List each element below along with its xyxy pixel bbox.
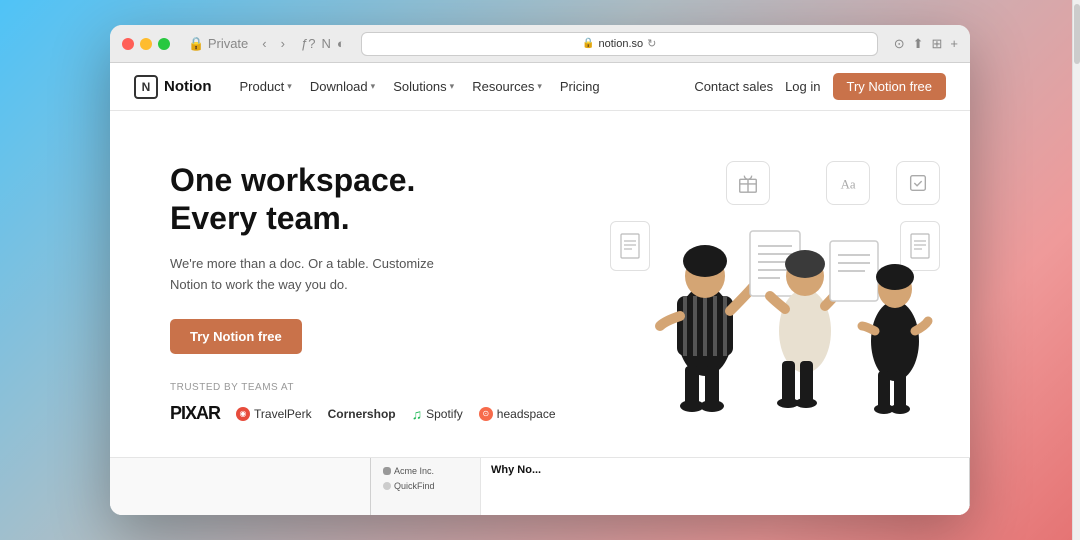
address-bar[interactable]: 🔒 notion.so ↻	[361, 32, 878, 56]
lock-icon: 🔒	[188, 36, 204, 51]
grid-icon[interactable]: ⊞	[932, 36, 943, 52]
nav-brand-text: Notion	[164, 78, 211, 95]
traffic-light-yellow[interactable]	[140, 38, 152, 50]
nav-logo[interactable]: N Notion	[134, 75, 211, 99]
chevron-down-icon: ▾	[537, 81, 542, 92]
browser-actions: ⊙ ⬆ ⊞ +	[894, 36, 958, 52]
login-link[interactable]: Log in	[785, 79, 820, 94]
chevron-down-icon: ▾	[287, 81, 292, 92]
logo-cornershop: Cornershop	[328, 407, 396, 421]
extension-icon-3: ◐	[337, 36, 345, 51]
contact-sales-link[interactable]: Contact sales	[694, 79, 773, 94]
tab-private[interactable]: 🔒 Private	[184, 34, 252, 54]
nav-link-pricing[interactable]: Pricing	[552, 75, 608, 98]
travelperk-icon: ◉	[236, 407, 250, 421]
trusted-logos: PIXAR ◉ TravelPerk Cornershop ♫ Spotify …	[170, 403, 610, 424]
browser-chrome: 🔒 Private ‹ › ƒ? N ◐ 🔒 notion.so ↻ ⊙ ⬆ ⊞…	[110, 25, 970, 63]
traffic-light-red[interactable]	[122, 38, 134, 50]
lock-icon: 🔒	[582, 38, 594, 49]
spotify-icon: ♫	[412, 406, 423, 422]
hero-left: One workspace. Every team. We're more th…	[170, 151, 610, 424]
mini-sidebar: Acme Inc. QuickFind	[371, 458, 481, 515]
page-content: N Notion Product ▾ Download ▾ Solutions …	[110, 63, 970, 515]
mini-page-content: Acme Inc. QuickFind Why No...	[371, 458, 969, 515]
mini-sidebar-item-quickfind[interactable]: QuickFind	[379, 479, 472, 493]
url-text: notion.so	[598, 38, 643, 50]
nav-link-resources[interactable]: Resources ▾	[464, 75, 550, 98]
logo-spotify: ♫ Spotify	[412, 406, 463, 422]
nav-right: Contact sales Log in Try Notion free	[694, 73, 946, 100]
mini-page-title: Why No...	[491, 464, 959, 476]
try-notion-free-hero-button[interactable]: Try Notion free	[170, 319, 302, 354]
mini-main-content: Why No...	[481, 458, 969, 515]
notion-logo-icon: N	[134, 75, 158, 99]
hero-section: One workspace. Every team. We're more th…	[110, 111, 970, 457]
chevron-down-icon: ▾	[371, 81, 376, 92]
hero-subtext: We're more than a doc. Or a table. Custo…	[170, 254, 450, 296]
mini-sidebar-item-acme[interactable]: Acme Inc.	[379, 464, 472, 478]
acme-icon	[383, 467, 391, 475]
logo-travelperk: ◉ TravelPerk	[236, 407, 312, 421]
reload-icon: ↻	[647, 37, 656, 50]
browser-window: 🔒 Private ‹ › ƒ? N ◐ 🔒 notion.so ↻ ⊙ ⬆ ⊞…	[110, 25, 970, 515]
nav-links: Product ▾ Download ▾ Solutions ▾ Resourc…	[231, 75, 694, 98]
navbar: N Notion Product ▾ Download ▾ Solutions …	[110, 63, 970, 111]
headspace-icon: ⊙	[479, 407, 493, 421]
logo-letter: N	[142, 80, 151, 94]
mini-browser: ‹ › 🏢 Acme Inc. › 🌟 What's New Share Upd…	[370, 457, 970, 515]
forward-button[interactable]: ›	[277, 34, 289, 53]
nav-link-product[interactable]: Product ▾	[231, 75, 299, 98]
trusted-label: TRUSTED BY TEAMS AT	[170, 382, 610, 393]
chevron-down-icon: ▾	[450, 81, 455, 92]
quickfind-icon	[383, 482, 391, 490]
nav-link-solutions[interactable]: Solutions ▾	[385, 75, 462, 98]
hero-headline: One workspace. Every team.	[170, 161, 610, 238]
share-icon[interactable]: ⬆	[913, 36, 924, 52]
browser-controls: 🔒 Private ‹ ›	[184, 34, 289, 54]
hero-illustration: Aa	[610, 151, 930, 431]
people-illustration	[610, 131, 950, 431]
traffic-lights	[122, 38, 170, 50]
nav-link-download[interactable]: Download ▾	[302, 75, 383, 98]
extension-icon-1: ƒ?	[301, 36, 315, 51]
try-notion-free-nav-button[interactable]: Try Notion free	[833, 73, 947, 100]
extension-icon-2: N	[321, 36, 330, 51]
new-tab-button[interactable]: +	[950, 36, 958, 51]
logo-headspace: ⊙ headspace	[479, 407, 556, 421]
logo-pixar: PIXAR	[170, 403, 220, 424]
bottom-strip: ‹ › 🏢 Acme Inc. › 🌟 What's New Share Upd…	[110, 457, 970, 515]
traffic-light-green[interactable]	[158, 38, 170, 50]
back-button[interactable]: ‹	[258, 34, 270, 53]
bookmark-icon[interactable]: ⊙	[894, 36, 905, 52]
